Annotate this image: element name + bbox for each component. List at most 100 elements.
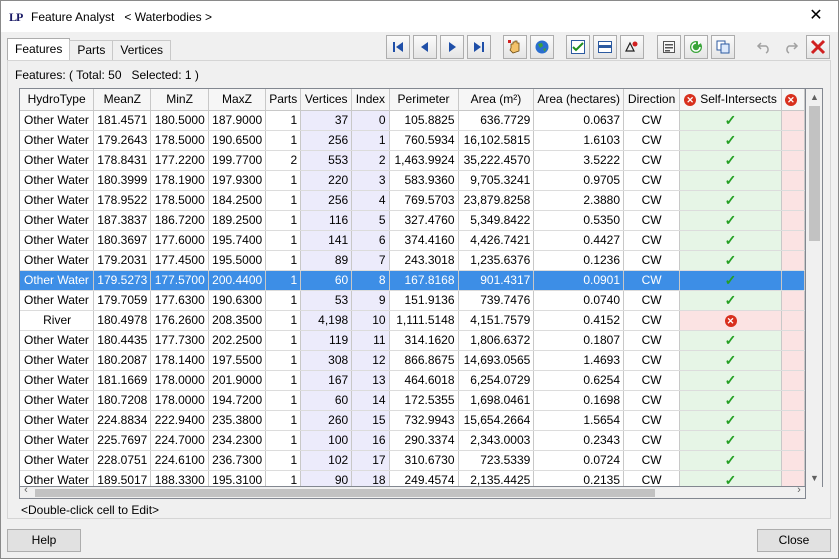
table-row[interactable]: Other Water 179.7059 177.6300 190.6300 1 53 9 1… [20,290,805,311]
cell-vertices[interactable]: 256 [300,130,353,151]
cell-perimeter[interactable]: 327.4760 [389,210,459,231]
cell-vertices[interactable]: 167 [300,370,353,391]
cell-hydro[interactable]: Other Water [20,330,95,351]
cell-direction[interactable]: CW [623,230,681,251]
pan-to-feature-button[interactable] [503,35,527,59]
cell-self-intersects[interactable]: ✓ [679,190,782,211]
cell-meanz[interactable]: 180.3697 [93,230,152,251]
cell-index[interactable]: 0 [351,110,390,131]
cell-area-ha[interactable]: 0.4427 [533,230,625,251]
vertical-scroll-thumb[interactable] [809,106,820,241]
features-grid[interactable]: HydroType MeanZ MinZ MaxZ Parts Vertices Index… [19,88,806,487]
cell-minz[interactable]: 177.7300 [150,330,209,351]
cell-hydro[interactable]: Other Water [20,430,95,451]
cell-area-ha[interactable]: 0.0724 [533,450,625,471]
cell-extra[interactable] [781,150,805,171]
horizontal-scrollbar[interactable]: ‹ › [19,484,806,499]
cell-meanz[interactable]: 179.2643 [93,130,152,151]
cell-extra[interactable] [781,350,805,371]
cell-area-ha[interactable]: 0.0637 [533,110,625,131]
table-row[interactable]: River 180.4978 176.2600 208.3500 1 4,198 10 1,1… [20,310,805,331]
cell-minz[interactable]: 178.1400 [150,350,209,371]
cell-minz[interactable]: 178.0000 [150,370,209,391]
cell-extra[interactable] [781,110,805,131]
cell-perimeter[interactable]: 167.8168 [389,270,459,291]
cell-self-intersects[interactable]: ✓ [679,410,782,431]
cell-perimeter[interactable]: 310.6730 [389,450,459,471]
cell-index[interactable]: 3 [351,170,390,191]
cell-index[interactable]: 10 [351,310,390,331]
select-features-button[interactable] [620,35,644,59]
cell-perimeter[interactable]: 769.5703 [389,190,459,211]
cell-hydro[interactable]: Other Water [20,150,95,171]
cell-extra[interactable] [781,130,805,151]
table-row[interactable]: Other Water 178.9522 178.5000 184.2500 1 256 4… [20,190,805,211]
table-row[interactable]: Other Water 180.2087 178.1400 197.5500 1 308 1… [20,350,805,371]
redo-button[interactable] [779,35,803,59]
cell-maxz[interactable]: 195.7400 [208,230,267,251]
column-header-perimeter[interactable]: Perimeter [389,89,459,111]
scroll-left-arrow-icon[interactable]: ‹ [20,484,32,496]
cell-area-ha[interactable]: 0.5350 [533,210,625,231]
table-row[interactable]: Other Water 180.7208 178.0000 194.7200 1 60 14… [20,390,805,411]
cell-hydro[interactable]: Other Water [20,290,95,311]
cell-hydro[interactable]: Other Water [20,130,95,151]
cell-index[interactable]: 11 [351,330,390,351]
cell-meanz[interactable]: 189.5017 [93,470,152,486]
cell-direction[interactable]: CW [623,330,681,351]
check-all-button[interactable] [566,35,590,59]
cell-hydro[interactable]: Other Water [20,230,95,251]
column-header-hydrotype[interactable]: HydroType [20,89,95,111]
close-button[interactable]: Close [757,529,831,552]
cell-direction[interactable]: CW [623,450,681,471]
cell-self-intersects[interactable]: ✓ [679,370,782,391]
cell-direction[interactable]: CW [623,470,681,486]
cell-meanz[interactable]: 180.2087 [93,350,152,371]
cell-area-m2[interactable]: 15,654.2664 [458,410,535,431]
column-header-meanz[interactable]: MeanZ [93,89,152,111]
cell-parts[interactable]: 1 [265,230,302,251]
cell-index[interactable]: 17 [351,450,390,471]
column-header-extra[interactable]: ✕ [781,89,805,111]
cell-area-ha[interactable]: 2.3880 [533,190,625,211]
cell-self-intersects[interactable]: ✕ [679,310,782,331]
cell-area-ha[interactable]: 0.1698 [533,390,625,411]
delete-button[interactable] [806,35,830,59]
table-row[interactable]: Other Water 189.5017 188.3300 195.3100 1 90 18… [20,470,805,486]
cell-vertices[interactable]: 37 [300,110,353,131]
column-header-parts[interactable]: Parts [265,89,302,111]
cell-area-ha[interactable]: 0.2135 [533,470,625,486]
cell-parts[interactable]: 1 [265,370,302,391]
cell-area-ha[interactable]: 3.5222 [533,150,625,171]
cell-direction[interactable]: CW [623,190,681,211]
previous-record-button[interactable] [413,35,437,59]
cell-parts[interactable]: 1 [265,110,302,131]
cell-area-m2[interactable]: 1,806.6372 [458,330,535,351]
cell-minz[interactable]: 178.0000 [150,390,209,411]
cell-area-m2[interactable]: 636.7729 [458,110,535,131]
cell-extra[interactable] [781,330,805,351]
cell-index[interactable]: 14 [351,390,390,411]
cell-direction[interactable]: CW [623,410,681,431]
table-row[interactable]: Other Water 180.4435 177.7300 202.2500 1 119 1… [20,330,805,351]
cell-extra[interactable] [781,270,805,291]
cell-meanz[interactable]: 178.8431 [93,150,152,171]
cell-extra[interactable] [781,210,805,231]
cell-area-ha[interactable]: 0.0901 [533,270,625,291]
cell-self-intersects[interactable]: ✓ [679,350,782,371]
horizontal-scroll-thumb[interactable] [35,489,655,497]
cell-parts[interactable]: 1 [265,170,302,191]
cell-parts[interactable]: 1 [265,430,302,451]
undo-button[interactable] [752,35,776,59]
cell-extra[interactable] [781,230,805,251]
cell-extra[interactable] [781,250,805,271]
table-row[interactable]: Other Water 187.3837 186.7200 189.2500 1 116 5… [20,210,805,231]
tab-parts[interactable]: Parts [69,40,114,60]
cell-direction[interactable]: CW [623,270,681,291]
cell-parts[interactable]: 1 [265,190,302,211]
table-row[interactable]: Other Water 181.1669 178.0000 201.9000 1 167 1… [20,370,805,391]
column-header-self-intersects[interactable]: ✕ Self-Intersects [679,89,782,111]
cell-vertices[interactable]: 119 [300,330,353,351]
cell-area-m2[interactable]: 1,698.0461 [458,390,535,411]
cell-perimeter[interactable]: 583.9360 [389,170,459,191]
